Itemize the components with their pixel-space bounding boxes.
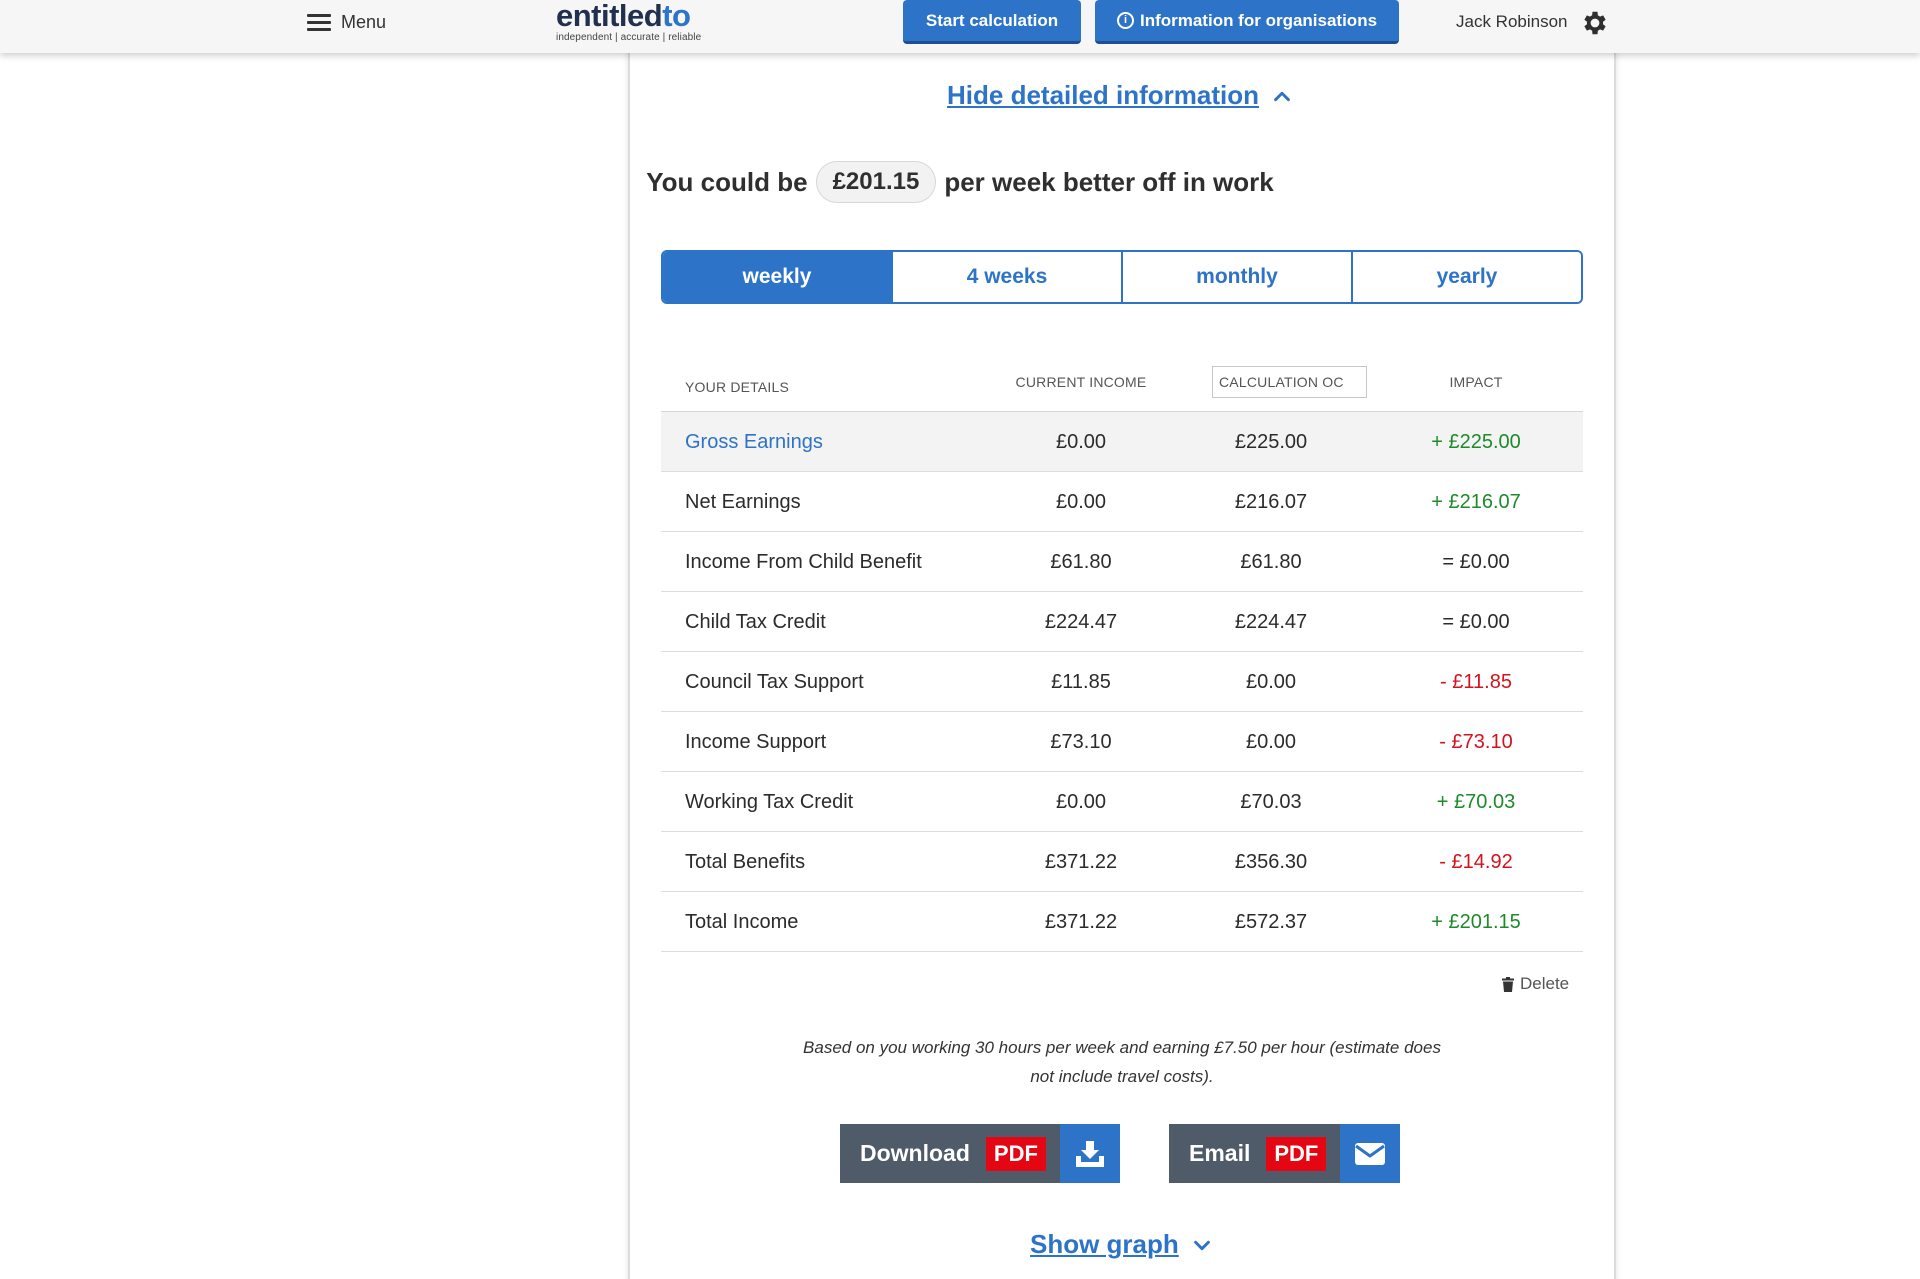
row-current-value: £0.00 [1055, 790, 1107, 813]
row-current-value: £224.47 [1044, 610, 1118, 633]
row-label-link[interactable]: Gross Earnings [685, 412, 823, 472]
hide-detailed-information-label: Hide detailed information [947, 80, 1260, 110]
info-icon: i [1116, 12, 1134, 29]
show-graph-link[interactable]: Show graph [1030, 1229, 1213, 1260]
row-impact-value: + £225.00 [1431, 430, 1521, 453]
better-off-suffix: per week better off in work [944, 166, 1274, 197]
delete-label: Delete [1520, 974, 1570, 993]
row-impact-value: = £0.00 [1442, 550, 1510, 573]
header-impact: IMPACT [1449, 374, 1503, 390]
download-icon [1075, 1140, 1104, 1167]
logo[interactable]: entitledto independent | accurate | reli… [556, 0, 701, 43]
start-calculation-label: Start calculation [925, 10, 1059, 30]
row-label: Net Earnings [685, 490, 801, 513]
better-off-prefix: You could be [646, 166, 808, 197]
show-graph-label: Show graph [1030, 1229, 1179, 1259]
table-row: Total Benefits £371.22 £356.30 - £14.92 [661, 832, 1583, 892]
tab-monthly[interactable]: monthly [1121, 252, 1351, 302]
period-tabs: weekly 4 weeks monthly yearly [661, 250, 1583, 304]
download-pdf-button[interactable]: Download PDF [840, 1124, 1120, 1183]
start-calculation-button[interactable]: Start calculation [903, 0, 1081, 44]
row-calculation-value: £0.00 [1245, 670, 1297, 693]
row-impact-value: + £201.15 [1431, 910, 1521, 933]
row-impact-value: + £70.03 [1436, 790, 1516, 813]
row-current-value: £73.10 [1050, 730, 1112, 753]
row-calculation-value: £572.37 [1234, 910, 1308, 933]
row-calculation-value: £61.80 [1240, 550, 1302, 573]
row-current-value: £11.85 [1051, 670, 1111, 693]
table-row: Working Tax Credit £0.00 £70.03 + £70.03 [661, 772, 1583, 832]
row-label: Total Benefits [685, 850, 806, 873]
row-current-value: £371.22 [1044, 850, 1118, 873]
calculation-note: Based on you working 30 hours per week a… [803, 1038, 1441, 1086]
logo-tagline: independent | accurate | reliable [556, 32, 702, 43]
row-label: Income Support [685, 730, 827, 753]
header-your-details: YOUR DETAILS [685, 379, 790, 395]
menu-button[interactable]: Menu [307, 10, 386, 34]
row-calculation-value: £0.00 [1245, 730, 1297, 753]
table-row: Council Tax Support £11.85 £0.00 - £11.8… [661, 652, 1583, 712]
row-impact-value: + £216.07 [1431, 490, 1521, 513]
hide-detailed-information-link[interactable]: Hide detailed information [947, 80, 1293, 111]
gear-icon[interactable] [1580, 8, 1610, 38]
results-table-body: Gross Earnings £0.00 £225.00 + £225.00 N… [661, 412, 1583, 952]
header-calculation-name-input[interactable]: CALCULATION OC [1212, 366, 1367, 398]
row-current-value: £371.22 [1044, 910, 1118, 933]
row-impact-value: - £11.85 [1440, 670, 1512, 693]
row-label: Income From Child Benefit [685, 550, 922, 573]
tab-yearly[interactable]: yearly [1351, 252, 1581, 302]
table-row: Income Support £73.10 £0.00 - £73.10 [661, 712, 1583, 772]
envelope-icon [1355, 1142, 1386, 1165]
information-for-organisations-label: Information for organisations [1139, 10, 1378, 30]
tab-weekly[interactable]: weekly [663, 252, 891, 302]
row-current-value: £0.00 [1055, 490, 1107, 513]
tab-4-weeks[interactable]: 4 weeks [891, 252, 1121, 302]
row-calculation-value: £356.30 [1234, 850, 1308, 873]
row-current-value: £0.00 [1055, 430, 1107, 453]
row-label: Total Income [685, 910, 799, 933]
information-for-organisations-button[interactable]: i Information for organisations [1095, 0, 1399, 44]
logo-text-main: entitled [556, 0, 663, 33]
table-row: Gross Earnings £0.00 £225.00 + £225.00 [661, 412, 1583, 472]
user-name[interactable]: Jack Robinson [1456, 12, 1568, 32]
table-row: Total Income £371.22 £572.37 + £201.15 [661, 892, 1583, 952]
pdf-badge: PDF [985, 1136, 1046, 1171]
delete-calculation-button[interactable]: Delete [1502, 974, 1569, 994]
download-label: Download [860, 1140, 970, 1166]
chevron-down-icon [1193, 1240, 1210, 1250]
row-impact-value: = £0.00 [1442, 610, 1510, 633]
row-label: Working Tax Credit [685, 790, 854, 813]
better-off-amount: £201.15 [815, 161, 937, 203]
row-impact-value: - £73.10 [1439, 730, 1513, 753]
chevron-up-icon [1274, 91, 1290, 101]
better-off-summary: You could be £201.15 per week better off… [0, 161, 1920, 203]
table-header: YOUR DETAILS CURRENT INCOME CALCULATION … [661, 353, 1583, 411]
row-label: Child Tax Credit [685, 610, 826, 633]
logo-text-accent: to [662, 0, 691, 33]
menu-label: Menu [341, 11, 387, 32]
table-row: Child Tax Credit £224.47 £224.47 = £0.00 [661, 592, 1583, 652]
table-row: Net Earnings £0.00 £216.07 + £216.07 [661, 472, 1583, 532]
row-calculation-value: £216.07 [1234, 490, 1308, 513]
trash-icon [1502, 976, 1514, 992]
row-calculation-value: £70.03 [1240, 790, 1302, 813]
header-current-income: CURRENT INCOME [1015, 374, 1147, 390]
row-calculation-value: £225.00 [1234, 430, 1308, 453]
hamburger-icon [307, 14, 331, 31]
top-navigation-bar: Menu entitledto independent | accurate |… [0, 0, 1920, 53]
email-pdf-button[interactable]: Email PDF [1169, 1124, 1401, 1183]
row-current-value: £61.80 [1050, 550, 1112, 573]
table-row: Income From Child Benefit £61.80 £61.80 … [661, 532, 1583, 592]
row-impact-value: - £14.92 [1439, 850, 1513, 873]
row-calculation-value: £224.47 [1234, 610, 1308, 633]
pdf-badge: PDF [1266, 1136, 1327, 1171]
email-label: Email [1189, 1140, 1251, 1166]
row-label: Council Tax Support [685, 670, 864, 693]
